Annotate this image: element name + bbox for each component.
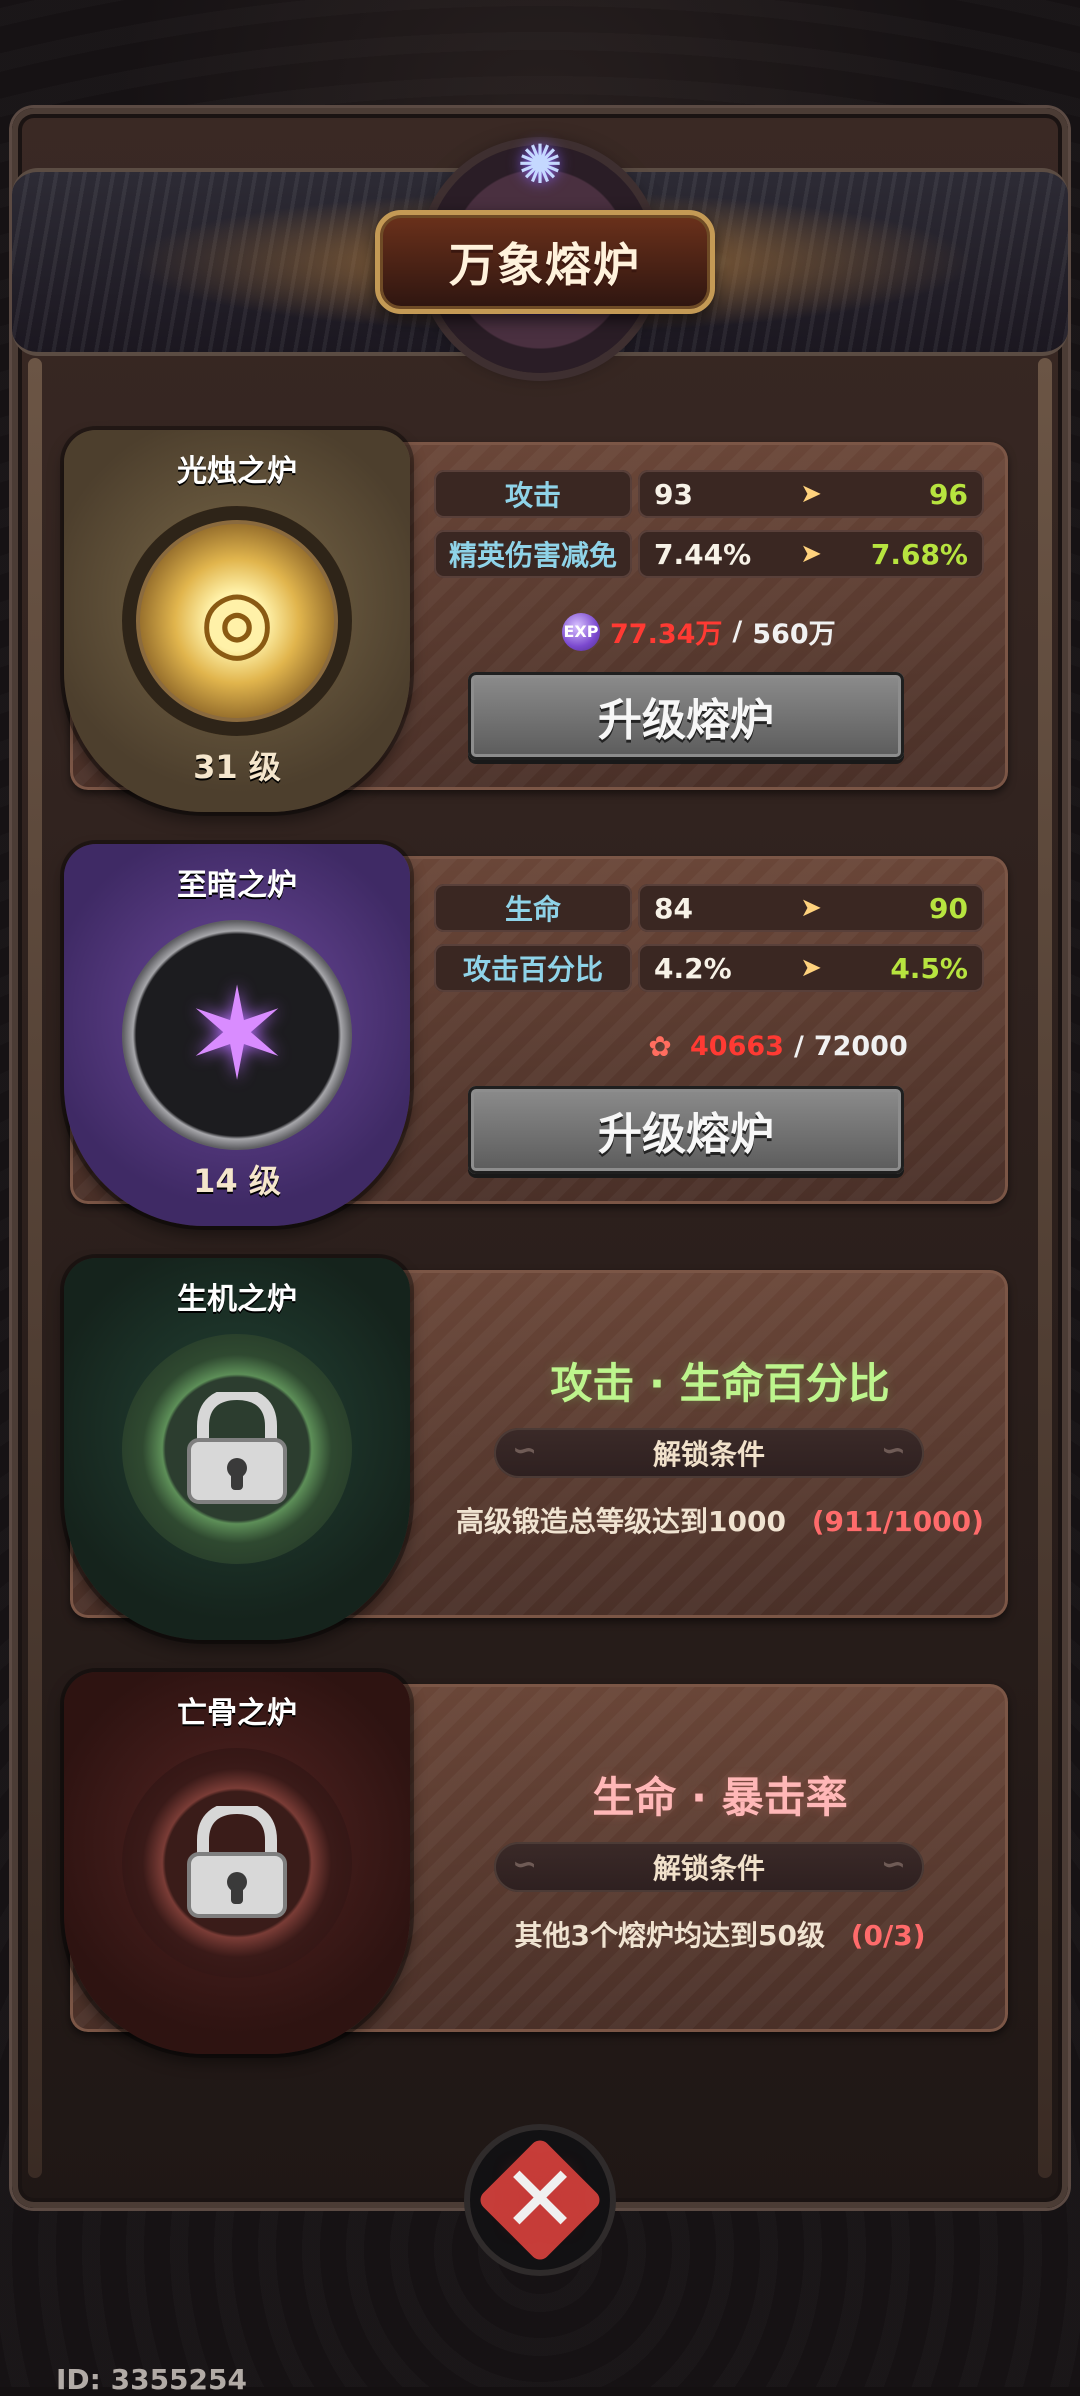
unlock-condition-label: 解锁条件 xyxy=(652,1852,765,1885)
upgrade-furnace-button[interactable]: 升级熔炉 xyxy=(468,1086,904,1174)
lock-icon xyxy=(187,1392,287,1504)
furnace-name: 生机之炉 xyxy=(177,1282,297,1317)
stat-old-value: 4.2% xyxy=(654,951,732,985)
furnace-badge-life: 生机之炉 xyxy=(64,1258,410,1640)
upgrade-cost: EXP 77.34万 / 560万 xyxy=(562,612,836,651)
furnace-card-light: 光烛之炉 ◎ 31 级 攻击 93 ➤ 96 精英伤害减免 7.44% ➤ 7.… xyxy=(64,430,1010,812)
stat-label: 生命 xyxy=(434,884,632,932)
swirl-icon: ✺ xyxy=(517,133,563,196)
upgrade-cost: ✿ 40663 / 72000 xyxy=(640,1026,908,1066)
unlock-requirement: 其他3个熔炉均达到50级 (0/3) xyxy=(430,1914,1010,1954)
stat-row-elite-reduction: 精英伤害减免 7.44% ➤ 7.68% xyxy=(434,530,984,578)
dark-orb-icon: ✶ xyxy=(122,920,352,1150)
furnace-level: 31 级 xyxy=(193,748,281,786)
light-orb-icon: ◎ xyxy=(122,506,352,736)
cost-separator: / xyxy=(732,616,743,647)
unlock-condition-label: 解锁条件 xyxy=(652,1438,765,1471)
locked-stat-title: 生命 · 暴击率 xyxy=(592,1773,848,1822)
stat-row-attack: 攻击 93 ➤ 96 xyxy=(434,470,984,518)
stat-row-health: 生命 84 ➤ 90 xyxy=(434,884,984,932)
furnace-name: 光烛之炉 xyxy=(177,454,297,489)
current-cost: 40663 xyxy=(690,1030,784,1062)
stat-old-value: 93 xyxy=(654,477,693,511)
stat-old-value: 84 xyxy=(654,891,693,925)
stat-old-value: 7.44% xyxy=(654,537,752,571)
flower-icon: ✿ xyxy=(648,1029,672,1063)
bone-orb-icon xyxy=(122,1748,352,1978)
upgrade-arrow-icon: ➤ xyxy=(800,953,822,983)
furnace-card-dark: 至暗之炉 ✶ 14 级 生命 84 ➤ 90 攻击百分比 4.2% ➤ 4.5%… xyxy=(64,844,1010,1226)
furnace-badge-bone: 亡骨之炉 xyxy=(64,1672,410,2054)
unlock-condition-bar: ∽ 解锁条件 ∽ xyxy=(494,1428,924,1478)
stat-values: 93 ➤ 96 xyxy=(638,470,984,518)
stat-new-value: 4.5% xyxy=(890,951,968,985)
user-id: ID: 3355254 xyxy=(56,2363,247,2396)
close-icon: ✕ xyxy=(501,2146,579,2253)
stat-label: 精英伤害减免 xyxy=(434,530,632,578)
requirement-text: 高级锻造总等级达到1000 xyxy=(456,1505,786,1538)
furnace-badge-dark: 至暗之炉 ✶ 14 级 xyxy=(64,844,410,1226)
total-cost: 72000 xyxy=(813,1030,908,1062)
requirement-progress: (0/3) xyxy=(850,1919,926,1952)
unlock-requirement: 高级锻造总等级达到1000 (911/1000) xyxy=(430,1500,1010,1540)
locked-stat-title: 攻击 · 生命百分比 xyxy=(550,1359,890,1408)
cost-separator: / xyxy=(793,1030,804,1062)
stat-new-value: 7.68% xyxy=(870,537,968,571)
stat-values: 7.44% ➤ 7.68% xyxy=(638,530,984,578)
furnace-level: 14 级 xyxy=(193,1162,281,1200)
stat-new-value: 96 xyxy=(929,477,968,511)
requirement-text: 其他3个熔炉均达到50级 xyxy=(514,1919,825,1952)
furnace-card-life: 生机之炉 攻击 · 生命百分比 ∽ 解锁条件 ∽ 高级锻造总等级达到1000 (… xyxy=(64,1258,1010,1640)
stat-label: 攻击 xyxy=(434,470,632,518)
page-title-plate: 万象熔炉 xyxy=(375,210,715,314)
furnace-name: 至暗之炉 xyxy=(177,868,297,903)
requirement-progress: (911/1000) xyxy=(811,1505,984,1538)
upgrade-furnace-button[interactable]: 升级熔炉 xyxy=(468,672,904,760)
unlock-condition-bar: ∽ 解锁条件 ∽ xyxy=(494,1842,924,1892)
right-ornament-icon: ∽ xyxy=(880,1847,906,1882)
left-ornament-icon: ∽ xyxy=(512,1847,538,1882)
upgrade-arrow-icon: ➤ xyxy=(800,893,822,923)
upgrade-arrow-icon: ➤ xyxy=(800,539,822,569)
exp-icon: EXP xyxy=(562,612,600,651)
stat-label: 攻击百分比 xyxy=(434,944,632,992)
total-cost: 560万 xyxy=(752,619,836,650)
furnace-badge-light: 光烛之炉 ◎ 31 级 xyxy=(64,430,410,812)
life-orb-icon xyxy=(122,1334,352,1564)
stat-values: 84 ➤ 90 xyxy=(638,884,984,932)
close-button[interactable]: ✕ xyxy=(470,2130,610,2270)
left-ornament-icon: ∽ xyxy=(512,1433,538,1468)
upgrade-arrow-icon: ➤ xyxy=(800,479,822,509)
furnace-name: 亡骨之炉 xyxy=(177,1696,297,1731)
right-ornament-icon: ∽ xyxy=(880,1433,906,1468)
stat-values: 4.2% ➤ 4.5% xyxy=(638,944,984,992)
lock-icon xyxy=(187,1806,287,1918)
stat-new-value: 90 xyxy=(929,891,968,925)
current-cost: 77.34万 xyxy=(610,619,723,650)
page-title: 万象熔炉 xyxy=(449,238,641,292)
stat-row-attack-percent: 攻击百分比 4.2% ➤ 4.5% xyxy=(434,944,984,992)
furnace-card-bone: 亡骨之炉 生命 · 暴击率 ∽ 解锁条件 ∽ 其他3个熔炉均达到50级 (0/3… xyxy=(64,1672,1010,2054)
